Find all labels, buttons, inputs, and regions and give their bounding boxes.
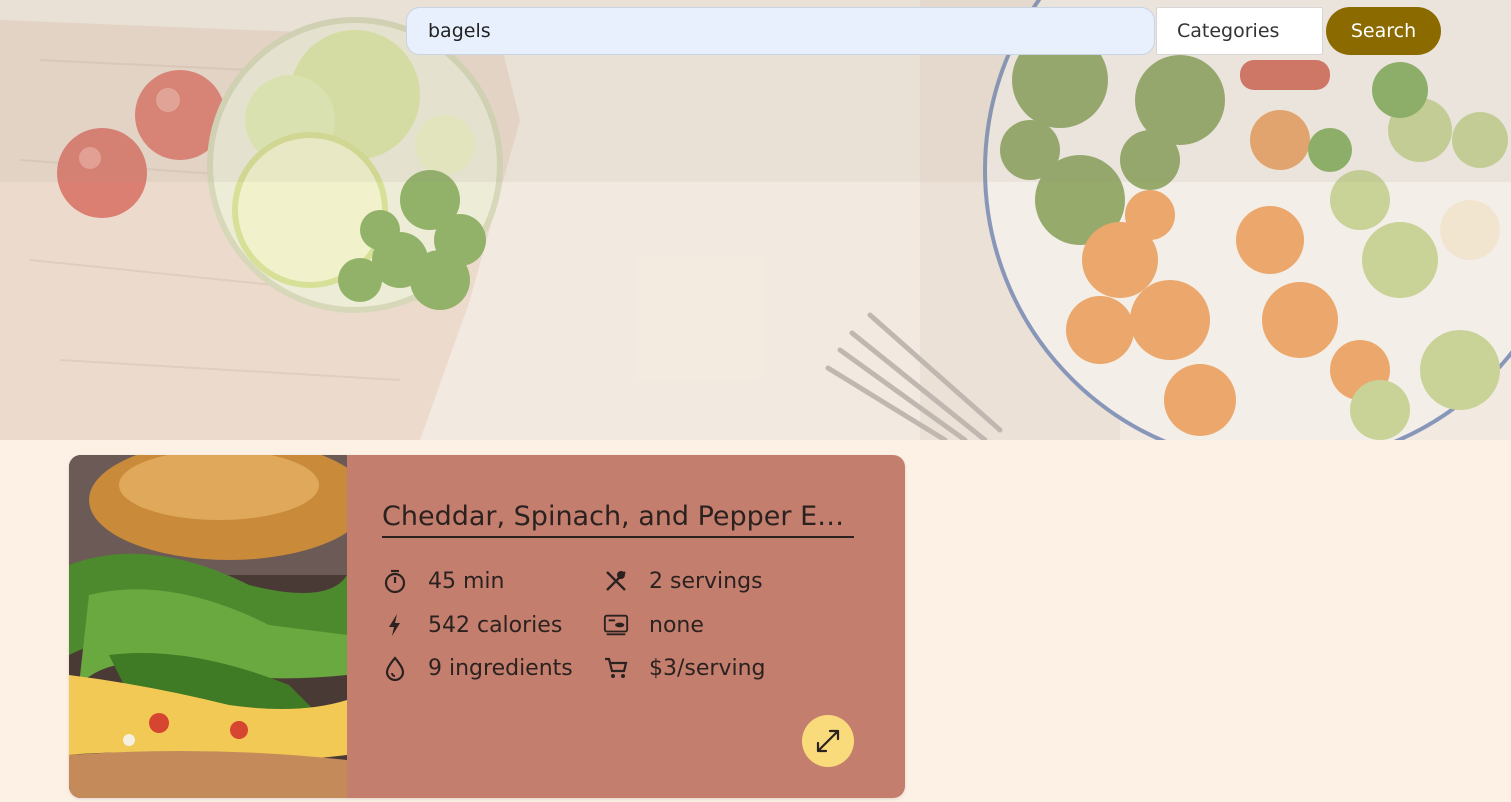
stat-time: 45 min [382, 566, 504, 596]
stat-price: $3/serving [603, 653, 766, 683]
cart-icon [603, 655, 629, 681]
expand-icon [816, 729, 840, 753]
stat-diet: none [603, 610, 704, 640]
stat-servings: 2 servings [603, 566, 763, 596]
hero-overlay [0, 0, 1511, 440]
stat-ingredients-label: 9 ingredients [428, 655, 573, 681]
categories-select[interactable]: Categories [1156, 7, 1323, 55]
stat-diet-label: none [649, 612, 704, 638]
search-button[interactable]: Search [1326, 7, 1441, 55]
stat-price-label: $3/serving [649, 655, 766, 681]
recipe-card[interactable]: Cheddar, Spinach, and Pepper Egg Bagel S… [69, 455, 905, 798]
expand-button[interactable] [802, 715, 854, 767]
stat-calories-label: 542 calories [428, 612, 563, 638]
hero-banner [0, 0, 1511, 440]
lightning-icon [382, 612, 408, 638]
stat-time-label: 45 min [428, 568, 505, 594]
search-input[interactable] [406, 7, 1155, 55]
diet-icon [603, 612, 629, 638]
stat-ingredients: 9 ingredients [382, 653, 573, 683]
stat-servings-label: 2 servings [649, 568, 763, 594]
recipe-title-link[interactable]: Cheddar, Spinach, and Pepper Egg Bagel S… [382, 500, 854, 538]
stat-calories: 542 calories [382, 610, 562, 640]
timer-icon [382, 568, 408, 594]
recipe-image [69, 455, 347, 798]
categories-label: Categories [1177, 20, 1280, 42]
utensils-icon [603, 568, 629, 594]
drop-icon [382, 655, 408, 681]
